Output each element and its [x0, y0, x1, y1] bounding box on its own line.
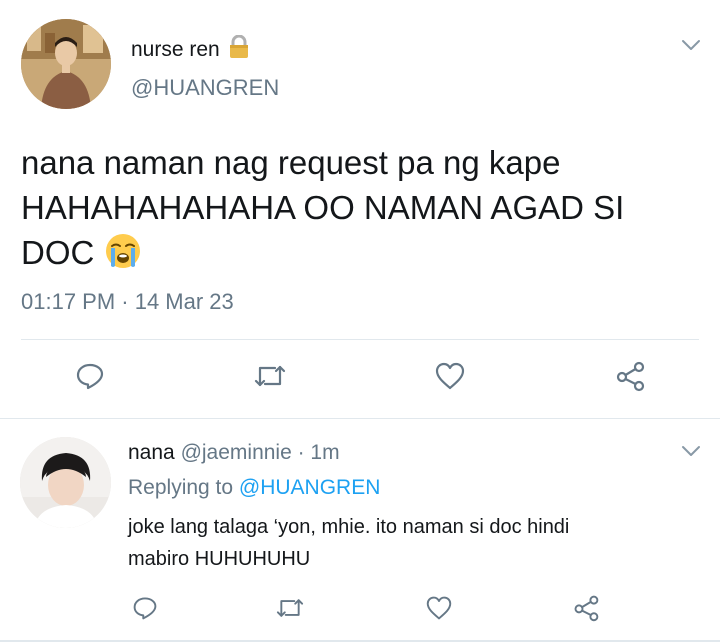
divider	[21, 339, 699, 340]
display-name[interactable]: nurse ren	[131, 38, 220, 62]
retweet-icon	[254, 365, 286, 387]
reply-handle-time[interactable]: @jaeminnie · 1m	[181, 441, 340, 464]
chevron-down-icon[interactable]	[679, 37, 703, 53]
reply-avatar[interactable]	[20, 437, 111, 528]
reply-text-line: joke lang talaga ‘yon, mhie. ito naman s…	[128, 516, 570, 538]
reply-icon	[133, 597, 157, 620]
loudly-crying-emoji-icon	[104, 232, 142, 270]
lock-icon	[228, 34, 250, 65]
retweet-button[interactable]	[250, 356, 290, 396]
reply-header: nana @jaeminnie · 1m	[128, 441, 340, 465]
heart-icon	[435, 362, 465, 390]
main-tweet: nurse ren @HUANGREN nana naman nag reque…	[0, 0, 720, 418]
timestamp[interactable]: 01:17 PM · 14 Mar 23	[21, 289, 234, 315]
like-button[interactable]	[419, 588, 459, 628]
avatar[interactable]	[21, 19, 111, 109]
reply-text: joke lang talaga ‘yon, mhie. ito naman s…	[128, 511, 688, 575]
tweet-text-word: DOC	[21, 234, 95, 271]
share-icon	[574, 595, 599, 622]
reply-button[interactable]	[70, 356, 110, 396]
like-button[interactable]	[430, 356, 470, 396]
retweet-icon	[276, 599, 304, 617]
replying-to-label: Replying to	[128, 476, 234, 499]
tweet-text: nana naman nag request pa ng kape HAHAHA…	[21, 140, 701, 275]
reply-button[interactable]	[125, 588, 165, 628]
reply-display-name[interactable]: nana	[128, 441, 175, 464]
tweet-text-line: DOC	[21, 230, 701, 275]
handle[interactable]: @HUANGREN	[131, 75, 279, 101]
share-button[interactable]	[566, 588, 606, 628]
share-button[interactable]	[610, 356, 650, 396]
reply-text-line: mabiro HUHUHUHU	[128, 548, 311, 570]
reply-icon	[76, 363, 104, 390]
share-icon	[616, 361, 645, 392]
retweet-button[interactable]	[270, 588, 310, 628]
divider	[0, 418, 720, 419]
tweet-text-line: HAHAHAHAHAHA OO NAMAN AGAD SI	[21, 189, 625, 226]
tweet-text-line: nana naman nag request pa ng kape	[21, 144, 561, 181]
display-name-row[interactable]: nurse ren	[131, 34, 250, 65]
heart-icon	[426, 596, 452, 620]
chevron-down-icon[interactable]	[679, 443, 703, 459]
replying-to: Replying to @HUANGREN	[128, 476, 380, 500]
replying-to-mention[interactable]: @HUANGREN	[239, 476, 381, 499]
